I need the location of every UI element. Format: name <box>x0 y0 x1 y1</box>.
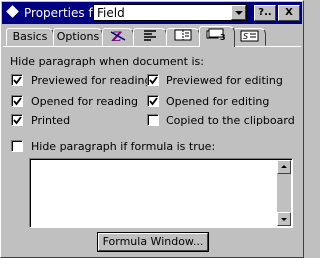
svg-text:3: 3 <box>220 33 226 41</box>
properties-diamond-icon <box>6 5 19 18</box>
tab-basics[interactable]: Basics <box>6 28 54 46</box>
tab-hide-when[interactable]: 3 <box>199 26 235 47</box>
close-button[interactable]: X <box>278 5 300 21</box>
tab-strip: Basics Options Z 3 S <box>1 25 305 47</box>
page-break-icon <box>174 29 192 41</box>
label-previewed-editing[interactable]: Previewed for editing <box>166 74 283 87</box>
properties-for-select[interactable]: Field <box>93 4 247 21</box>
check-icon <box>13 116 22 125</box>
selected-object-value: Field <box>97 6 125 20</box>
check-icon <box>13 76 22 85</box>
hide-when-icon: 3 <box>206 28 226 42</box>
check-icon <box>149 97 158 106</box>
checkbox-hide-if-formula[interactable] <box>11 140 23 152</box>
tab-page-layout[interactable] <box>166 28 200 46</box>
checkbox-previewed-reading[interactable] <box>11 74 23 86</box>
formula-window-button[interactable]: Formula Window... <box>98 233 208 251</box>
svg-text:S: S <box>243 32 248 41</box>
label-hide-if-formula[interactable]: Hide paragraph if formula is true: <box>31 140 215 153</box>
checkbox-copied-clipboard[interactable] <box>147 114 159 126</box>
checkbox-opened-editing[interactable] <box>147 95 159 107</box>
formula-scrollbar[interactable] <box>277 160 291 226</box>
formula-textarea[interactable] <box>29 158 293 228</box>
tab-paragraph[interactable] <box>133 28 167 46</box>
title-bar[interactable]: Properties for: Field ?.. X <box>2 2 302 24</box>
label-opened-reading[interactable]: Opened for reading <box>31 95 138 108</box>
check-icon <box>149 76 158 85</box>
paragraph-alignment-icon <box>144 30 156 41</box>
label-copied-clipboard[interactable]: Copied to the clipboard <box>166 114 295 127</box>
tab-options[interactable]: Options <box>53 28 103 46</box>
tab-font[interactable]: Z <box>102 28 134 46</box>
label-previewed-reading[interactable]: Previewed for reading <box>31 74 151 87</box>
arrow-down-icon <box>281 218 287 221</box>
style-icon: S <box>240 30 259 42</box>
check-icon <box>13 97 22 106</box>
checkbox-opened-reading[interactable] <box>11 95 23 107</box>
scroll-down-button[interactable] <box>277 212 291 226</box>
checkbox-printed[interactable] <box>11 114 23 126</box>
tab-style[interactable]: S <box>234 28 266 46</box>
label-printed[interactable]: Printed <box>31 114 70 127</box>
tab-panel-border <box>3 46 301 47</box>
help-button[interactable]: ?.. <box>254 5 276 21</box>
checkbox-previewed-editing[interactable] <box>147 74 159 86</box>
arrow-up-icon <box>281 165 287 168</box>
label-opened-editing[interactable]: Opened for editing <box>166 95 269 108</box>
properties-dialog: Properties for: Field ?.. X Basics Optio… <box>0 0 304 258</box>
font-icon: Z <box>110 30 126 45</box>
scroll-up-button[interactable] <box>277 160 291 174</box>
chevron-down-icon[interactable] <box>231 5 246 20</box>
hide-when-heading: Hide paragraph when document is: <box>10 55 204 68</box>
